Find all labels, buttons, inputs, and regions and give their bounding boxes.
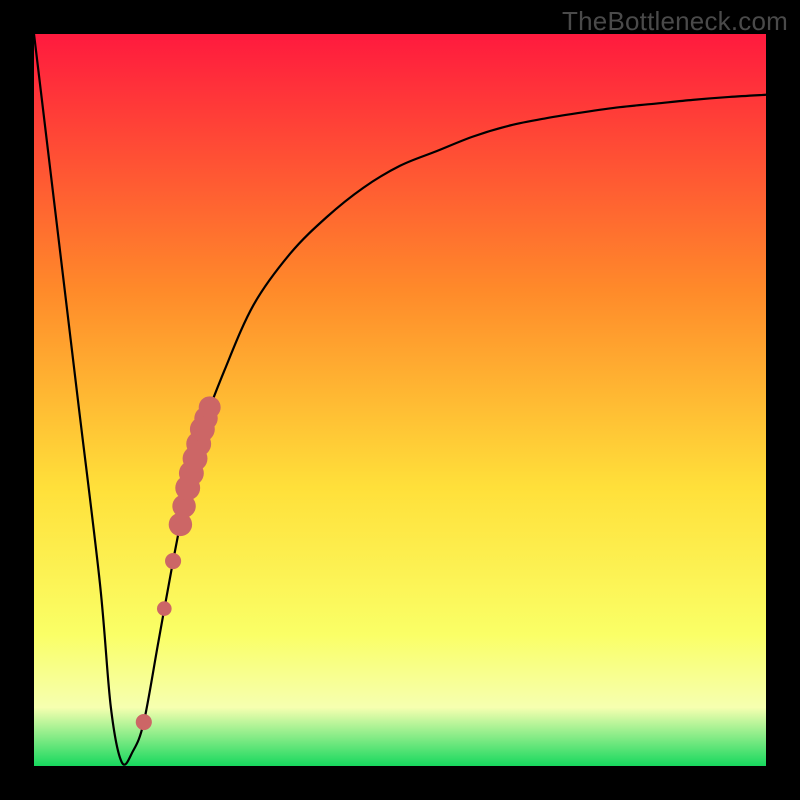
watermark-text: TheBottleneck.com [562, 6, 788, 37]
data-marker [157, 601, 172, 616]
data-marker [136, 714, 152, 730]
gradient-background [34, 34, 766, 766]
data-marker [199, 396, 221, 418]
chart-svg [34, 34, 766, 766]
data-marker [165, 553, 181, 569]
plot-area [34, 34, 766, 766]
chart-frame: TheBottleneck.com [0, 0, 800, 800]
